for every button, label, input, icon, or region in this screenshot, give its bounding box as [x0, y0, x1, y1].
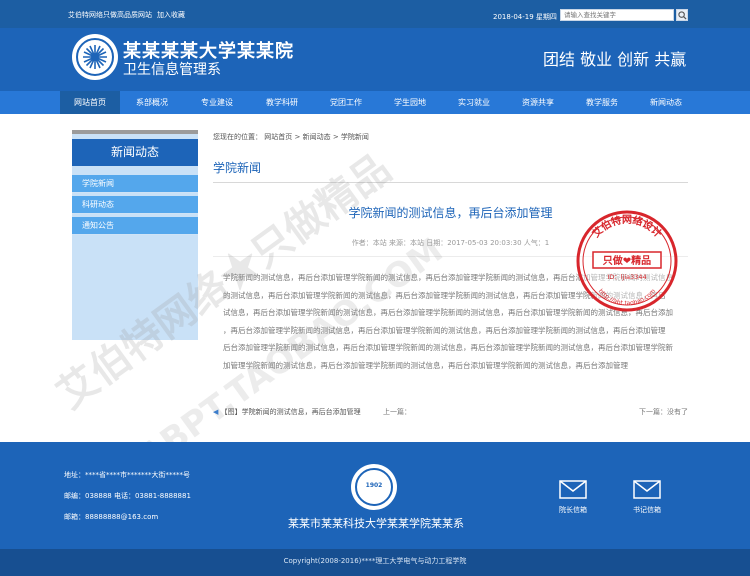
star-burst-icon [83, 45, 107, 69]
prev-article-label: 【图】学院新闻的测试信息，再后台添加管理 [220, 408, 361, 416]
breadcrumb-sep: > [332, 133, 339, 141]
add-favorite-link[interactable]: 加入收藏 [157, 10, 185, 20]
secretary-mailbox-link[interactable]: 书记信箱 [622, 505, 672, 515]
site-header: 某某某某大学某某院 卫生信息管理系 团结 敬业 创新 共赢 [0, 28, 750, 91]
breadcrumb-current[interactable]: 学院新闻 [341, 133, 369, 141]
footer-school-seal: 1902 [351, 464, 397, 510]
breadcrumb-news[interactable]: 新闻动态 [303, 133, 331, 141]
breadcrumb: 您现在的位置： 网站首页 > 新闻动态 > 学院新闻 [213, 132, 369, 142]
department-name: 卫生信息管理系 [123, 62, 221, 78]
breadcrumb-sep: > [294, 133, 301, 141]
seal-year: 1902 [365, 482, 383, 489]
mail-icon[interactable] [559, 480, 587, 499]
next-article-link[interactable]: 下一篇：没有了 [639, 407, 688, 417]
sidebar-item-college-news[interactable]: 学院新闻 [72, 175, 198, 193]
nav-item-party[interactable]: 党团工作 [316, 91, 376, 114]
date-text: 2018-04-19 星期四 [493, 13, 557, 21]
main-nav: 网站首页 系部概况 专业建设 教学科研 党团工作 学生园地 实习就业 资源共享 … [0, 91, 750, 114]
body-line: ，再后台添加管理学院新闻的测试信息，再后台添加管理学院新闻的测试信息，再后台添加… [223, 325, 666, 335]
section-title: 学院新闻 [213, 161, 262, 175]
stamp-middle-text: 只做❤精品 [603, 254, 651, 267]
sidebar-title: 新闻动态 [72, 139, 198, 166]
footer-email: 邮箱：88888888@163.com [64, 513, 159, 521]
nav-item-home[interactable]: 网站首页 [60, 91, 120, 114]
stamp-id-text: ID：ljia3344 [607, 273, 646, 281]
prev-article-label-2[interactable]: 上一篇： [383, 407, 411, 417]
nav-item-resources[interactable]: 资源共享 [508, 91, 568, 114]
nav-item-students[interactable]: 学生园地 [380, 91, 440, 114]
top-bar: 艾伯特网络只做高品质网站 加入收藏 2018-04-19 星期四 [0, 0, 750, 28]
search-icon [678, 11, 687, 20]
slogan: 团结 敬业 创新 共赢 [543, 50, 687, 69]
seal-stamp: 艾伯特网络设计 只做❤精品 ID：ljia3344 http://abt.tao… [575, 209, 679, 313]
nav-item-services[interactable]: 教学服务 [572, 91, 632, 114]
president-mailbox-link[interactable]: 院长信箱 [548, 505, 598, 515]
breadcrumb-home[interactable]: 网站首页 [264, 133, 292, 141]
search-button[interactable] [676, 9, 688, 21]
school-logo[interactable] [72, 34, 118, 80]
site-footer: 地址：****省****市*******大街*****号 邮编：038888 电… [0, 442, 750, 549]
body-line: 加管理学院新闻的测试信息，再后台添加管理学院新闻的测试信息，再后台添加管理学院新… [223, 360, 628, 370]
prev-article-link[interactable]: ◀ 【图】学院新闻的测试信息，再后台添加管理 [213, 407, 361, 417]
welcome-text: 艾伯特网络只做高品质网站 [68, 11, 152, 19]
body-line: 后台添加管理学院新闻的测试信息，再后台添加管理学院新闻的测试信息，再后台添加管理… [223, 343, 673, 353]
sidebar: 新闻动态 学院新闻 科研动态 通知公告 [72, 130, 198, 340]
nav-item-major[interactable]: 专业建设 [187, 91, 247, 114]
sidebar-item-research-news[interactable]: 科研动态 [72, 196, 198, 214]
footer-address: 地址：****省****市*******大街*****号 [64, 471, 190, 479]
sidebar-item-notices[interactable]: 通知公告 [72, 217, 198, 235]
arrow-left-icon: ◀ [213, 408, 219, 416]
nav-item-news[interactable]: 新闻动态 [636, 91, 696, 114]
breadcrumb-prefix: 您现在的位置： [213, 133, 262, 141]
search-input[interactable] [560, 9, 674, 21]
footer-postcode-phone: 邮编：038888 电话：03881-8888881 [64, 492, 191, 500]
divider [213, 182, 688, 183]
footer-school-name: 某某市某某科技大学某某学院某某系 [288, 517, 464, 530]
nav-item-internship[interactable]: 实习就业 [444, 91, 504, 114]
sidebar-top-rule [72, 130, 198, 134]
copyright-bar: Copyright(2008-2016)****理工大学电气与动力工程学院 [0, 549, 750, 576]
nav-item-overview[interactable]: 系部概况 [122, 91, 182, 114]
mail-icon[interactable] [633, 480, 661, 499]
nav-item-research[interactable]: 教学科研 [252, 91, 312, 114]
